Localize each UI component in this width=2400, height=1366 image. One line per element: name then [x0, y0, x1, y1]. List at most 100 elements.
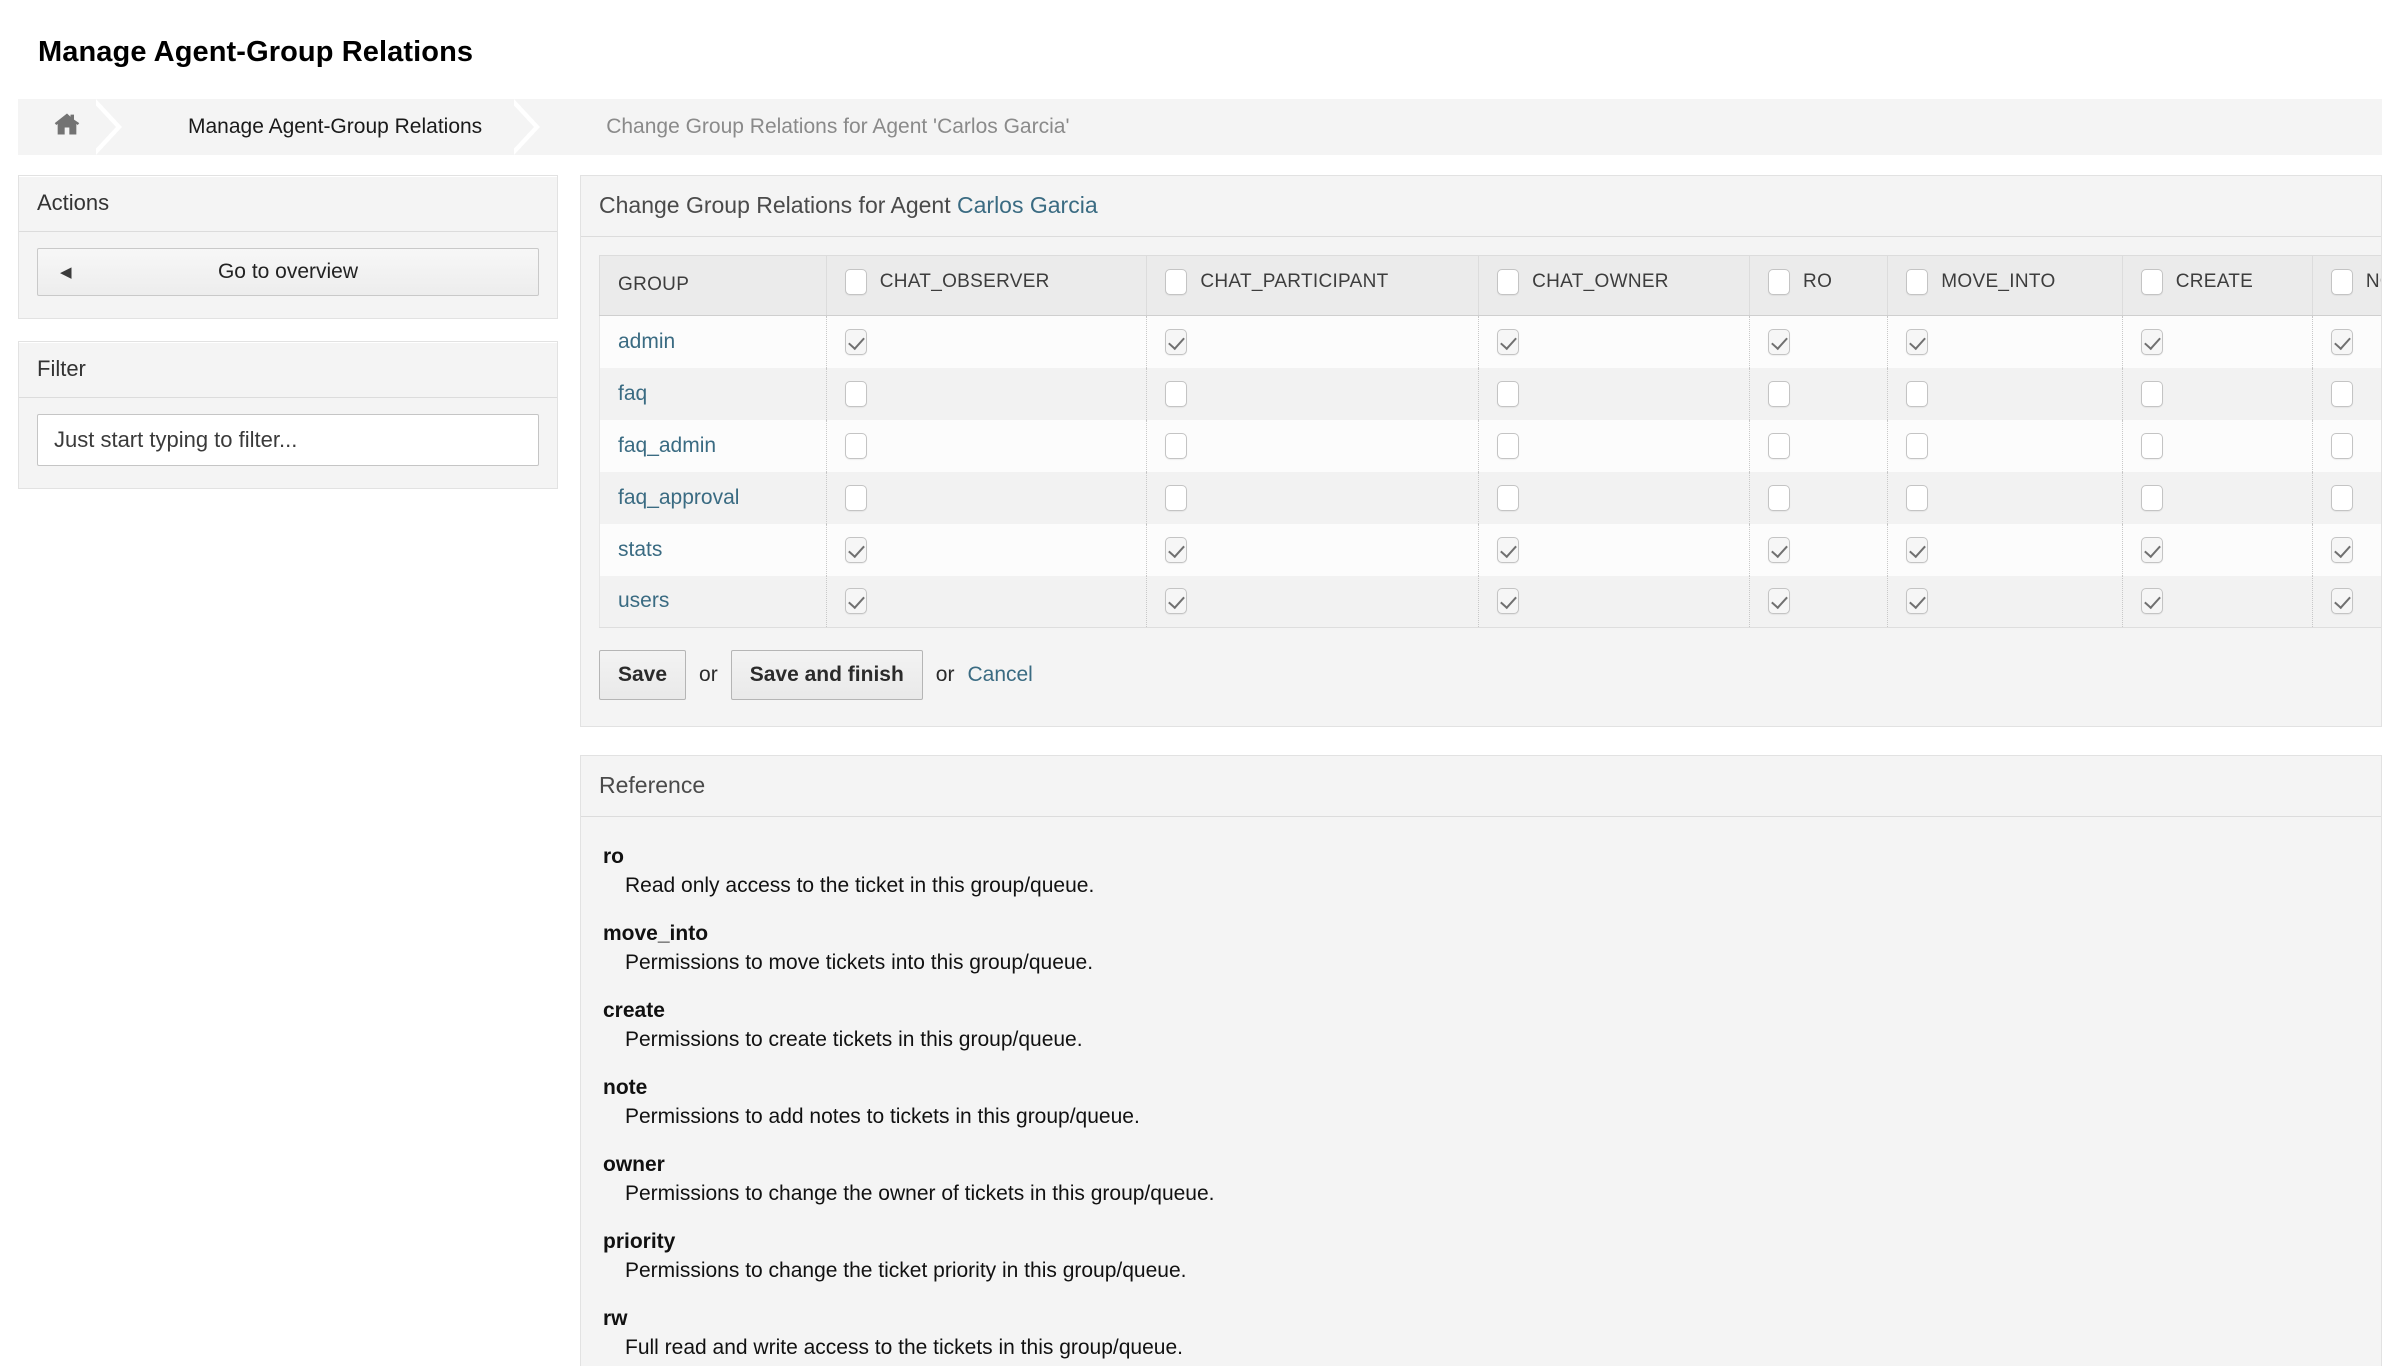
go-to-overview-button[interactable]: ◀ Go to overview — [37, 248, 539, 296]
permission-checkbox-faq_admin-move_into[interactable] — [1906, 432, 1929, 459]
permission-checkbox-admin-note[interactable] — [2330, 328, 2353, 355]
permission-checkbox-stats-note[interactable] — [2330, 536, 2353, 563]
column-checkbox-chat-participant[interactable] — [1165, 269, 1188, 295]
group-link-faq_approval[interactable]: faq_approval — [618, 486, 739, 509]
permission-checkbox-faq_approval-chat_owner[interactable] — [1497, 484, 1520, 511]
save-and-finish-button[interactable]: Save and finish — [730, 650, 923, 700]
table-row: admin — [599, 315, 2381, 368]
reference-item: ro Read only access to the ticket in this… — [603, 845, 2381, 898]
permission-cell — [2122, 575, 2313, 628]
permission-checkbox-faq_approval-chat_participant[interactable] — [1165, 484, 1188, 511]
permission-checkbox-admin-chat_observer[interactable] — [844, 328, 867, 355]
permission-cell — [1146, 315, 1480, 368]
permission-checkbox-faq_approval-note[interactable] — [2330, 484, 2353, 511]
group-name-cell: admin — [599, 315, 827, 368]
permission-checkbox-stats-chat_observer[interactable] — [844, 536, 867, 563]
group-link-faq[interactable]: faq — [618, 382, 647, 405]
permission-checkbox-faq_approval-create[interactable] — [2140, 484, 2163, 511]
permission-checkbox-users-chat_participant[interactable] — [1165, 588, 1188, 615]
reference-description: Permissions to change the owner of ticke… — [625, 1182, 1215, 1205]
column-header-chat-owner-label: CHAT_OWNER — [1532, 271, 1669, 292]
permission-checkbox-faq_admin-ro[interactable] — [1768, 432, 1791, 459]
permission-checkbox-faq_admin-note[interactable] — [2330, 432, 2353, 459]
agent-link[interactable]: Carlos Garcia — [957, 192, 1098, 218]
group-link-admin[interactable]: admin — [618, 330, 675, 353]
permission-checkbox-faq_approval-chat_observer[interactable] — [844, 484, 867, 511]
permission-checkbox-faq_admin-chat_owner[interactable] — [1497, 432, 1520, 459]
or-text-2: or — [935, 663, 955, 686]
permission-checkbox-stats-create[interactable] — [2140, 536, 2163, 563]
reference-list: ro Read only access to the ticket in this… — [581, 817, 2381, 1366]
filter-widget-header: Filter — [19, 342, 557, 398]
filter-widget: Filter — [18, 341, 558, 489]
permission-cell — [2312, 471, 2381, 524]
column-checkbox-move-into[interactable] — [1906, 269, 1929, 295]
permission-checkbox-faq-chat_participant[interactable] — [1165, 380, 1188, 407]
permission-cell — [1887, 523, 2123, 576]
permission-checkbox-users-note[interactable] — [2330, 588, 2353, 615]
permission-checkbox-users-ro[interactable] — [1768, 588, 1791, 615]
go-to-overview-label: Go to overview — [217, 260, 359, 283]
permission-checkbox-users-chat_owner[interactable] — [1497, 588, 1520, 615]
column-header-chat-participant-label: CHAT_PARTICIPANT — [1200, 271, 1389, 292]
actions-widget: Actions ◀ Go to overview — [18, 175, 558, 319]
permission-checkbox-users-create[interactable] — [2140, 588, 2163, 615]
save-button[interactable]: Save — [599, 650, 687, 700]
permission-checkbox-admin-ro[interactable] — [1768, 328, 1791, 355]
permission-checkbox-stats-chat_owner[interactable] — [1497, 536, 1520, 563]
permission-cell — [1146, 523, 1480, 576]
permission-checkbox-faq-chat_observer[interactable] — [844, 380, 867, 407]
reference-term: owner — [603, 1153, 665, 1176]
group-link-users[interactable]: users — [618, 589, 669, 612]
column-checkbox-chat-observer[interactable] — [844, 269, 867, 295]
permission-cell — [2312, 367, 2381, 420]
permission-checkbox-users-chat_observer[interactable] — [844, 588, 867, 615]
breadcrumb-item-2-label: Change Group Relations for Agent 'Carlos… — [606, 115, 1070, 138]
permission-checkbox-admin-chat_participant[interactable] — [1165, 328, 1188, 355]
reference-term: move_into — [603, 922, 709, 945]
permission-cell — [2312, 419, 2381, 472]
permission-cell — [1749, 523, 1889, 576]
permission-checkbox-faq-create[interactable] — [2140, 380, 2163, 407]
table-row: faq_admin — [599, 419, 2381, 472]
relations-table-body: admin faq faq_admin faq_approvalstats users — [599, 315, 2381, 628]
column-checkbox-create[interactable] — [2140, 269, 2163, 295]
cancel-link[interactable]: Cancel — [967, 663, 1032, 687]
reference-item: create Permissions to create tickets in t… — [603, 999, 2381, 1052]
permission-checkbox-admin-chat_owner[interactable] — [1497, 328, 1520, 355]
permission-cell — [1146, 575, 1480, 628]
permission-cell — [2122, 471, 2313, 524]
permission-cell — [1749, 367, 1889, 420]
permission-checkbox-faq-chat_owner[interactable] — [1497, 380, 1520, 407]
column-header-chat-owner: CHAT_OWNER — [1478, 255, 1751, 316]
breadcrumb-item-1[interactable]: Manage Agent-Group Relations — [148, 99, 526, 155]
group-name-cell: users — [599, 575, 827, 628]
permission-checkbox-faq_approval-move_into[interactable] — [1906, 484, 1929, 511]
permission-checkbox-faq_admin-chat_participant[interactable] — [1165, 432, 1188, 459]
column-header-note: NOTE — [2312, 255, 2381, 316]
permission-checkbox-stats-move_into[interactable] — [1906, 536, 1929, 563]
permission-checkbox-faq-note[interactable] — [2330, 380, 2353, 407]
permission-checkbox-faq-ro[interactable] — [1768, 380, 1791, 407]
permission-checkbox-admin-create[interactable] — [2140, 328, 2163, 355]
column-checkbox-note[interactable] — [2330, 269, 2353, 295]
permission-checkbox-users-move_into[interactable] — [1906, 588, 1929, 615]
sidebar: Actions ◀ Go to overview Filter — [18, 175, 558, 511]
permission-checkbox-admin-move_into[interactable] — [1906, 328, 1929, 355]
permission-checkbox-faq-move_into[interactable] — [1906, 380, 1929, 407]
permission-cell — [1887, 575, 2123, 628]
permission-checkbox-stats-chat_participant[interactable] — [1165, 536, 1188, 563]
breadcrumb-item-2: Change Group Relations for Agent 'Carlos… — [566, 99, 1113, 155]
group-link-stats[interactable]: stats — [618, 538, 662, 561]
column-checkbox-chat-owner[interactable] — [1497, 269, 1520, 295]
permission-checkbox-stats-ro[interactable] — [1768, 536, 1791, 563]
reference-item: rw Full read and write access to the tick… — [603, 1307, 2381, 1360]
breadcrumb-separator-1 — [90, 99, 148, 155]
table-row: faq_approval — [599, 471, 2381, 524]
permission-checkbox-faq_approval-ro[interactable] — [1768, 484, 1791, 511]
permission-checkbox-faq_admin-chat_observer[interactable] — [844, 432, 867, 459]
permission-checkbox-faq_admin-create[interactable] — [2140, 432, 2163, 459]
column-checkbox-ro[interactable] — [1768, 269, 1791, 295]
filter-input[interactable] — [37, 414, 539, 466]
group-link-faq_admin[interactable]: faq_admin — [618, 434, 716, 457]
